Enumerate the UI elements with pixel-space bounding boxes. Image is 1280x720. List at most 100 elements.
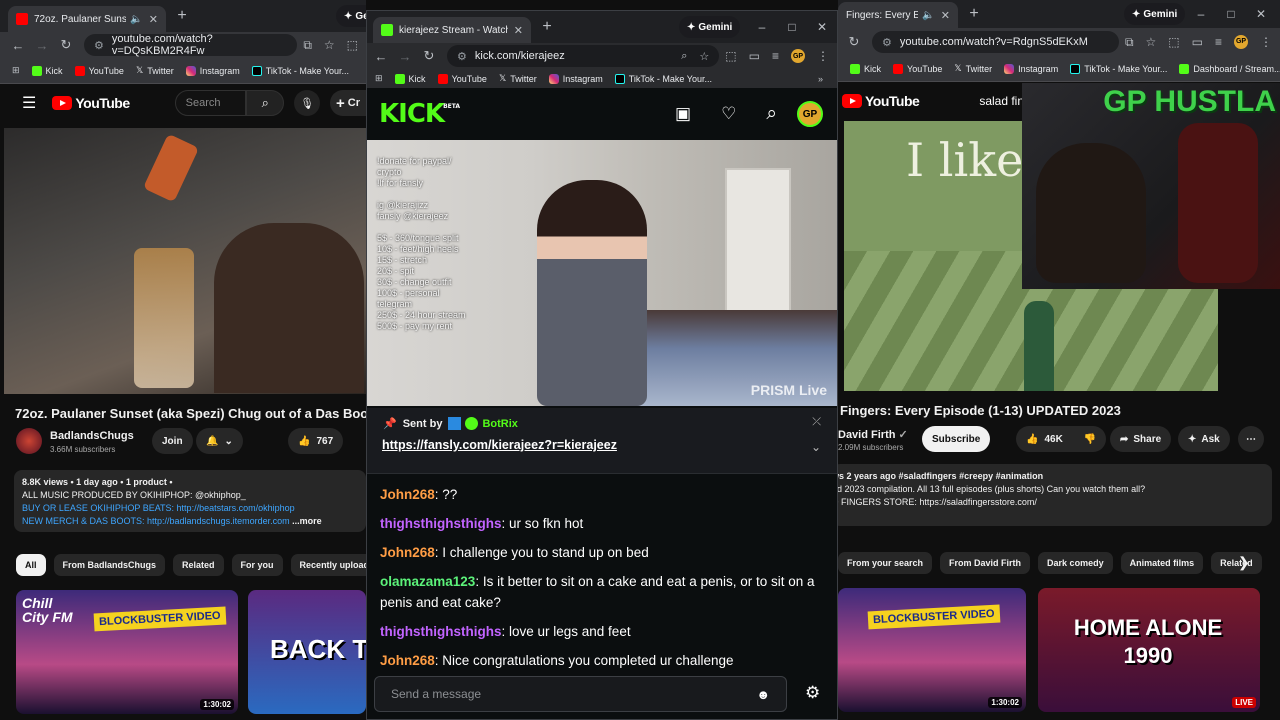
video-description[interactable]: ws 2 years ago #saladfingers #creepy #an…: [838, 464, 1272, 526]
extensions-icon[interactable]: ⬚: [725, 49, 736, 63]
more-actions-button[interactable]: ⋯: [1238, 426, 1264, 452]
chat-username[interactable]: thighsthighsthighs: [380, 624, 501, 639]
chip-for-you[interactable]: For you: [231, 554, 283, 576]
chip-all[interactable]: All: [16, 554, 46, 576]
search-button[interactable]: ⌕: [246, 90, 285, 116]
close-tab-icon[interactable]: ✕: [508, 24, 523, 37]
thumbs-down-icon[interactable]: 👎: [1084, 434, 1096, 445]
bookmark-star-icon[interactable]: ☆: [699, 50, 709, 63]
chat-username[interactable]: John268: [380, 653, 435, 668]
bookmark-tiktok[interactable]: TikTok - Make Your...: [614, 73, 712, 84]
back-icon[interactable]: ←: [6, 38, 30, 53]
share-button[interactable]: ➦ Share: [1110, 426, 1172, 452]
following-icon[interactable]: ▣: [675, 104, 691, 124]
ask-button[interactable]: ✦ Ask: [1178, 426, 1230, 452]
address-bar[interactable]: ⚙ youtube.com/watch?v=RdgnS5dEKxM: [872, 31, 1119, 53]
bookmark-instagram[interactable]: Instagram: [185, 65, 240, 76]
bookmark-twitter[interactable]: 𝕏 Twitter: [954, 63, 992, 74]
channel-name[interactable]: BadlandsChugs: [50, 430, 134, 442]
bookmark-kick[interactable]: Kick: [31, 65, 63, 76]
close-window-icon[interactable]: ✕: [807, 20, 837, 34]
chip-next-icon[interactable]: ❯: [1238, 554, 1250, 571]
new-tab-button[interactable]: +: [535, 15, 559, 39]
profile-avatar[interactable]: GP: [791, 49, 805, 63]
tab-kick[interactable]: kierajeez Stream - Watch Li ✕: [373, 17, 531, 43]
voice-search-button[interactable]: 🎙: [294, 90, 320, 116]
join-button[interactable]: Join: [152, 428, 193, 454]
minimize-icon[interactable]: –: [747, 20, 777, 34]
tab-youtube-right[interactable]: Fingers: Every Episod 🔈 ✕: [838, 2, 958, 28]
apps-icon[interactable]: ⊞: [375, 73, 383, 84]
chip-dark-comedy[interactable]: Dark comedy: [1038, 552, 1113, 574]
chip-related[interactable]: Related: [1211, 552, 1262, 574]
chat-username[interactable]: olamazama123: [380, 574, 475, 589]
bookmark-instagram[interactable]: Instagram: [548, 73, 603, 84]
chat-username[interactable]: thighsthighsthighs: [380, 516, 501, 531]
media-icon[interactable]: ▭: [1192, 35, 1203, 50]
tab-youtube-left[interactable]: 72oz. Paulaner Sunset (ak 🔈 ✕: [8, 6, 166, 32]
zoom-icon[interactable]: ⌕: [681, 50, 687, 63]
bookmark-twitter[interactable]: 𝕏 Twitter: [499, 73, 537, 84]
cast-icon[interactable]: ⧉: [303, 38, 312, 53]
bookmark-youtube[interactable]: YouTube: [74, 65, 124, 76]
close-window-icon[interactable]: ✕: [1246, 7, 1276, 21]
bookmark-star-icon[interactable]: ☆: [1146, 35, 1157, 50]
video-player[interactable]: [4, 128, 366, 394]
chip-recent[interactable]: Recently uploaded: [290, 554, 366, 576]
recommended-thumbnail[interactable]: Chill City FM BLOCKBUSTER VIDEO 1:30:02: [16, 590, 238, 714]
site-info-icon[interactable]: ⚙: [882, 36, 892, 49]
minimize-icon[interactable]: –: [1186, 7, 1216, 21]
unpin-icon[interactable]: ⤫: [812, 416, 821, 429]
gemini-button[interactable]: ✦ Gemini: [1124, 3, 1186, 25]
user-avatar[interactable]: GP: [797, 101, 823, 127]
mute-icon[interactable]: 🔈: [922, 10, 934, 21]
search-icon[interactable]: ⌕: [766, 103, 777, 125]
reading-list-icon[interactable]: ≡: [1215, 35, 1222, 50]
youtube-logo[interactable]: YouTube: [842, 93, 920, 109]
menu-icon[interactable]: ☰: [22, 93, 36, 113]
kick-logo[interactable]: KICK BETA: [379, 99, 460, 129]
search-input[interactable]: Search: [174, 90, 247, 116]
media-icon[interactable]: ▭: [749, 49, 760, 63]
cast-icon[interactable]: ⧉: [1125, 35, 1134, 50]
extensions-icon[interactable]: ⬚: [347, 38, 358, 53]
emoji-icon[interactable]: ☻: [756, 687, 770, 702]
subscribe-button[interactable]: Subscribe: [922, 426, 991, 452]
gemini-button[interactable]: ✦ Gen: [336, 5, 366, 27]
channel-name[interactable]: David Firth ✓: [838, 428, 908, 441]
chip-channel[interactable]: From BadlandsChugs: [53, 554, 166, 576]
notifications-button[interactable]: 🔔 ⌄: [196, 428, 243, 454]
chat-input[interactable]: Send a message ☻: [374, 676, 787, 712]
gemini-button[interactable]: ✦ Gemini: [679, 16, 741, 38]
mute-icon[interactable]: 🔈: [130, 14, 142, 25]
video-description[interactable]: 8.8K views • 1 day ago • 1 product • ALL…: [14, 470, 366, 532]
profile-avatar[interactable]: GP: [1234, 34, 1248, 49]
bookmark-tiktok[interactable]: TikTok - Make Your...: [1070, 63, 1167, 74]
bookmark-star-icon[interactable]: ☆: [324, 38, 335, 53]
like-button[interactable]: 👍 46K 👎: [1016, 426, 1106, 452]
reload-icon[interactable]: ↻: [54, 37, 78, 53]
reload-icon[interactable]: ↻: [842, 34, 866, 50]
bookmark-kick[interactable]: Kick: [850, 63, 881, 74]
new-tab-button[interactable]: +: [170, 4, 194, 28]
recommended-thumbnail[interactable]: BLOCKBUSTER VIDEO 1:30:02: [838, 588, 1026, 712]
maximize-icon[interactable]: □: [777, 20, 807, 34]
site-info-icon[interactable]: ⚙: [94, 39, 104, 52]
pinned-link[interactable]: https://fansly.com/kierajeez?r=kierajeez: [382, 438, 617, 452]
recommended-thumbnail[interactable]: HOME ALONE 1990 LIVE: [1038, 588, 1260, 712]
menu-dots-icon[interactable]: ⋮: [1260, 35, 1272, 50]
youtube-logo[interactable]: YouTube: [52, 95, 130, 111]
more-link[interactable]: ...more: [292, 516, 322, 526]
address-bar[interactable]: ⚙ youtube.com/watch?v=DQsKBM2R4Fw: [84, 33, 298, 57]
bookmark-instagram[interactable]: Instagram: [1004, 63, 1058, 74]
bookmark-tiktok[interactable]: TikTok - Make Your...: [251, 65, 349, 76]
bookmark-dashboard[interactable]: Dashboard / Stream...: [1179, 63, 1280, 74]
apps-icon[interactable]: ⊞: [12, 65, 20, 76]
maximize-icon[interactable]: □: [1216, 7, 1246, 21]
chip-channel[interactable]: From David Firth: [940, 552, 1031, 574]
close-tab-icon[interactable]: ✕: [143, 13, 158, 26]
forward-icon[interactable]: →: [393, 49, 417, 64]
chip-related[interactable]: Related: [173, 554, 224, 576]
channel-avatar[interactable]: [16, 428, 42, 454]
like-button[interactable]: 👍 767: [288, 428, 344, 454]
